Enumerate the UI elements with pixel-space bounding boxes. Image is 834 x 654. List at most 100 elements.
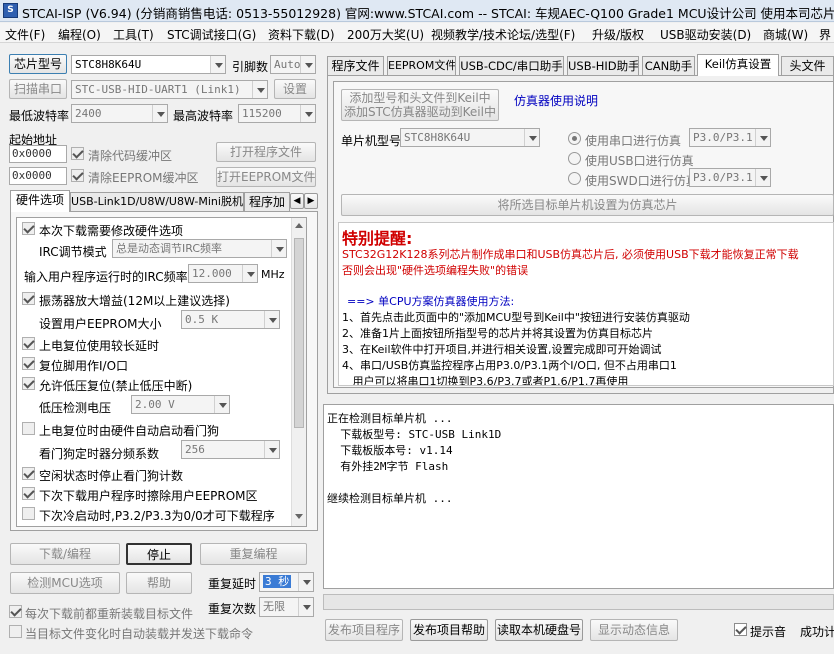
eeprom-size-select[interactable]: 0.5 K bbox=[181, 310, 280, 329]
chip-model-select[interactable]: STC8H8K64U bbox=[71, 55, 226, 74]
min-baud-select[interactable]: 2400 bbox=[71, 104, 168, 123]
log-output-area[interactable]: 正在检测目标单片机 ... 下载板型号: STC-USB Link1D 下载板版… bbox=[323, 404, 834, 589]
swd-emulation-radio[interactable] bbox=[568, 172, 581, 185]
tab-hardware-options[interactable]: 硬件选项 bbox=[10, 190, 70, 212]
add-to-keil-line1: 添加型号和头文件到Keil中 bbox=[349, 91, 491, 105]
pin-count-select[interactable]: Auto bbox=[270, 55, 316, 74]
menu-video-forum[interactable]: 视频教学/技术论坛/选型(F) bbox=[431, 26, 575, 43]
emulator-notice-area: 特别提醒: STC32G12K128系列芯片制作成串口和USB仿真芯片后, 必须… bbox=[338, 222, 834, 386]
tab-program-file[interactable]: 程序文件 bbox=[327, 56, 384, 76]
emulator-help-link[interactable]: 仿真器使用说明 bbox=[514, 92, 598, 109]
hw-options-scrollbar[interactable] bbox=[291, 218, 306, 526]
open-eeprom-file-button[interactable]: 打开EEPROM文件 bbox=[216, 167, 316, 187]
open-program-file-button[interactable]: 打开程序文件 bbox=[216, 142, 316, 162]
wdt-hw-start-checkbox[interactable] bbox=[22, 422, 35, 435]
download-program-button[interactable]: 下载/编程 bbox=[10, 543, 120, 565]
serial-emulation-port-value: P3.0/P3.1 bbox=[693, 131, 753, 144]
log-line: 下载板型号: STC-USB Link1D bbox=[327, 428, 502, 441]
p32-p33-download-checkbox[interactable] bbox=[22, 507, 35, 520]
irc-frequency-label: 输入用户程序运行时的IRC频率 bbox=[24, 270, 188, 284]
beep-checkbox[interactable] bbox=[734, 623, 747, 636]
mcu-model-select[interactable]: STC8H8K64U bbox=[400, 128, 540, 147]
publish-project-program-button[interactable]: 发布项目程序 bbox=[325, 619, 403, 641]
tab-usb-hid[interactable]: USB-HID助手 bbox=[567, 56, 639, 76]
read-disk-id-button[interactable]: 读取本机硬盘号 bbox=[495, 619, 583, 641]
menu-file[interactable]: 文件(F) bbox=[5, 26, 45, 43]
tab-keil-emulator[interactable]: Keil仿真设置 bbox=[697, 54, 779, 76]
progress-bar bbox=[323, 594, 834, 610]
scroll-thumb[interactable] bbox=[294, 238, 304, 428]
min-baud-value: 2400 bbox=[75, 107, 102, 120]
tab-can[interactable]: CAN助手 bbox=[642, 56, 695, 76]
auto-reload-checkbox[interactable] bbox=[9, 625, 22, 638]
por-long-delay-checkbox[interactable] bbox=[22, 337, 35, 350]
clear-eeprom-buffer-checkbox[interactable] bbox=[71, 169, 84, 182]
menu-upgrade[interactable]: 升级/版权 bbox=[592, 26, 644, 43]
serial-emulation-radio[interactable] bbox=[568, 132, 581, 145]
auto-reload-label: 当目标文件变化时自动装载并发送下载命令 bbox=[25, 627, 254, 641]
code-start-address-input[interactable]: 0x0000 bbox=[9, 145, 67, 163]
step-2: 2、准备1片上面按钮所指型号的芯片并将其设置为仿真目标芯片 bbox=[342, 327, 653, 340]
modify-hw-options-checkbox[interactable] bbox=[22, 222, 35, 235]
notice-line-2: 否则会出现"硬件选项编程失败"的错误 bbox=[342, 264, 529, 277]
menu-shop[interactable]: 商城(W) bbox=[763, 26, 808, 43]
publish-project-help-button[interactable]: 发布项目帮助 bbox=[410, 619, 488, 641]
repeat-count-select[interactable]: 无限 bbox=[259, 597, 314, 617]
port-select[interactable]: STC-USB-HID-UART1 (Link1) bbox=[71, 80, 268, 99]
low-voltage-reset-checkbox[interactable] bbox=[22, 377, 35, 390]
scan-port-button[interactable]: 扫描串口 bbox=[9, 79, 67, 99]
title-bar: S STCAI-ISP (V6.94) (分销商销售电话: 0513-55012… bbox=[0, 0, 834, 22]
scroll-down-arrow-icon[interactable] bbox=[295, 514, 303, 519]
stop-button[interactable]: 停止 bbox=[126, 543, 192, 565]
wdt-divider-select[interactable]: 256 bbox=[181, 440, 280, 459]
repeat-program-button[interactable]: 重复编程 bbox=[200, 543, 307, 565]
tab-scroll-left-button[interactable]: ◀ bbox=[290, 193, 304, 209]
chevron-down-icon bbox=[242, 265, 257, 282]
help-button[interactable]: 帮助 bbox=[126, 572, 192, 594]
wdt-idle-stop-checkbox[interactable] bbox=[22, 467, 35, 480]
osc-gain-checkbox[interactable] bbox=[22, 292, 35, 305]
menu-tools[interactable]: 工具(T) bbox=[113, 26, 154, 43]
menu-downloads[interactable]: 资料下载(D) bbox=[268, 26, 335, 43]
menu-program[interactable]: 编程(O) bbox=[58, 26, 101, 43]
irc-mode-select[interactable]: 总是动态调节IRC频率 bbox=[112, 239, 287, 258]
menu-more[interactable]: 界 bbox=[819, 26, 831, 43]
settings-button[interactable]: 设置 bbox=[274, 79, 316, 99]
tab-header-file[interactable]: 头文件 bbox=[781, 56, 834, 76]
max-baud-select[interactable]: 115200 bbox=[238, 104, 316, 123]
clear-eeprom-buffer-label: 清除EEPROM缓冲区 bbox=[88, 171, 199, 185]
eeprom-size-value: 0.5 K bbox=[185, 313, 219, 326]
notice-line-1: STC32G12K128系列芯片制作成串口和USB仿真芯片后, 必须使用USB下… bbox=[342, 248, 799, 261]
tab-program-encrypt[interactable]: 程序加 bbox=[244, 192, 290, 212]
chip-model-button[interactable]: 芯片型号 bbox=[9, 54, 67, 74]
repeat-count-value: 无限 bbox=[263, 600, 285, 613]
lvd-voltage-select[interactable]: 2.00 V bbox=[131, 395, 230, 414]
swd-emulation-port-select[interactable]: P3.0/P3.1 bbox=[689, 168, 771, 187]
usb-emulation-radio[interactable] bbox=[568, 152, 581, 165]
tab-eeprom-file[interactable]: EEPROM文件 bbox=[387, 56, 456, 76]
set-emulation-chip-button[interactable]: 将所选目标单片机设置为仿真芯片 bbox=[341, 194, 834, 216]
repeat-delay-select[interactable]: 3 秒 bbox=[259, 572, 314, 592]
eeprom-start-address-input[interactable]: 0x0000 bbox=[9, 167, 67, 185]
serial-emulation-port-select[interactable]: P3.0/P3.1 bbox=[689, 128, 771, 147]
detect-mcu-options-button[interactable]: 检测MCU选项 bbox=[10, 572, 120, 594]
chevron-down-icon bbox=[252, 81, 267, 98]
erase-eeprom-checkbox[interactable] bbox=[22, 487, 35, 500]
tab-usb-link-offline[interactable]: USB-Link1D/U8W/U8W-Mini脱机 bbox=[70, 192, 244, 212]
show-dynamic-info-button[interactable]: 显示动态信息 bbox=[590, 619, 678, 641]
add-to-keil-button[interactable]: 添加型号和头文件到Keil中 添加STC仿真器驱动到Keil中 bbox=[341, 89, 499, 121]
tab-usb-cdc-serial[interactable]: USB-CDC/串口助手 bbox=[459, 56, 564, 76]
p32-p33-download-label: 下次冷启动时,P3.2/P3.3为0/0才可下载程序 bbox=[39, 509, 275, 523]
reset-pin-io-checkbox[interactable] bbox=[22, 357, 35, 370]
menu-prize[interactable]: 200万大奖(U) bbox=[347, 26, 424, 43]
wdt-divider-label: 看门狗定时器分频系数 bbox=[39, 447, 160, 461]
wdt-divider-value: 256 bbox=[185, 443, 205, 456]
tab-scroll-right-button[interactable]: ▶ bbox=[304, 193, 318, 209]
menu-debug-interface[interactable]: STC调试接口(G) bbox=[167, 26, 256, 43]
scroll-up-arrow-icon[interactable] bbox=[295, 223, 303, 228]
log-line: 下载板版本号: v1.14 bbox=[327, 444, 453, 457]
irc-frequency-select[interactable]: 12.000 bbox=[188, 264, 258, 283]
menu-usb-driver[interactable]: USB驱动安装(D) bbox=[660, 26, 751, 43]
reload-before-download-checkbox[interactable] bbox=[9, 605, 22, 618]
clear-code-buffer-checkbox[interactable] bbox=[71, 147, 84, 160]
